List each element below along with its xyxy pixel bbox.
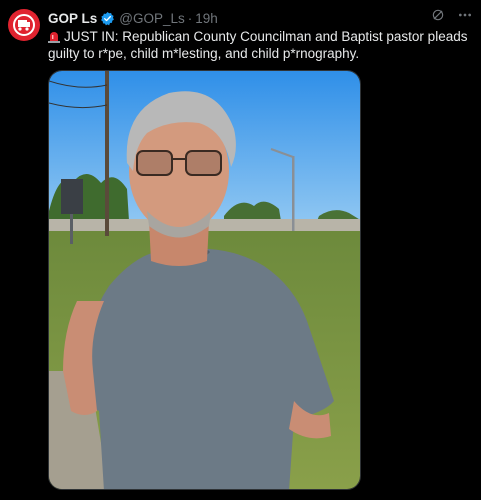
- verified-badge-icon: [100, 11, 115, 26]
- more-options-icon[interactable]: [457, 8, 473, 27]
- tweet-text: JUST IN: Republican County Councilman an…: [48, 28, 468, 62]
- tweet-body: JUST IN: Republican County Councilman an…: [48, 29, 468, 61]
- author-name[interactable]: GOP Ls: [48, 11, 97, 26]
- avatar[interactable]: [8, 9, 40, 41]
- author-handle[interactable]: @GOP_Ls: [119, 11, 184, 26]
- header-separator: ·: [187, 10, 193, 26]
- tweet[interactable]: GOP Ls @GOP_Ls · 19h JUST IN: Republican…: [0, 0, 481, 500]
- tweet-header: GOP Ls @GOP_Ls · 19h: [48, 9, 471, 27]
- siren-emoji-icon: [48, 30, 60, 43]
- grok-icon[interactable]: [431, 8, 445, 27]
- tweet-photo[interactable]: [48, 70, 361, 490]
- tweet-timestamp[interactable]: 19h: [195, 11, 218, 26]
- photo-scene: [49, 71, 360, 489]
- gop-logo-icon: [13, 14, 35, 36]
- tweet-actions: [431, 8, 473, 27]
